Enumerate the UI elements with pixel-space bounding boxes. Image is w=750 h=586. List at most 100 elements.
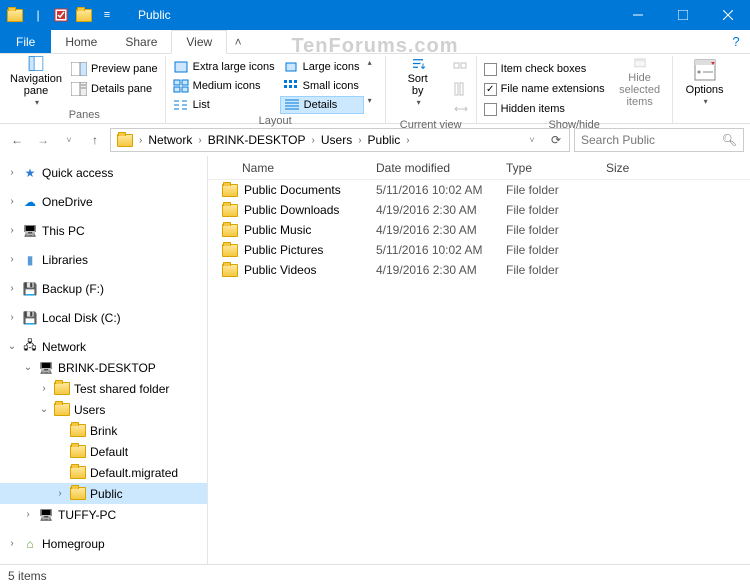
add-columns-button[interactable] bbox=[450, 80, 472, 98]
qat-separator: | bbox=[27, 4, 49, 26]
refresh-button[interactable]: ⟳ bbox=[545, 129, 567, 151]
ribbon-collapse-button[interactable]: ˄ bbox=[227, 30, 249, 53]
share-tab[interactable]: Share bbox=[111, 30, 171, 53]
tree-computer-tuffy[interactable]: ›🖥TUFFY-PC bbox=[0, 504, 207, 525]
file-name: Public Videos bbox=[244, 263, 317, 277]
ribbon-group-label: Panes bbox=[8, 108, 161, 123]
chevron-down-icon[interactable]: ▾ bbox=[368, 96, 372, 114]
tree-quick-access[interactable]: ›★Quick access bbox=[0, 162, 207, 183]
file-row[interactable]: Public Music4/19/2016 2:30 AMFile folder bbox=[208, 220, 750, 240]
folder-icon bbox=[222, 204, 238, 217]
expander-icon[interactable]: › bbox=[54, 488, 66, 499]
size-columns-button[interactable] bbox=[450, 100, 472, 118]
breadcrumb-users[interactable]: Users bbox=[317, 133, 356, 147]
search-input[interactable]: Search Public 🔍︎ bbox=[574, 128, 744, 152]
column-date[interactable]: Date modified bbox=[368, 161, 498, 175]
tree-brink-user[interactable]: Brink bbox=[0, 420, 207, 441]
file-date: 4/19/2016 2:30 AM bbox=[368, 223, 498, 237]
tree-onedrive[interactable]: ›☁OneDrive bbox=[0, 191, 207, 212]
expander-open-icon[interactable]: ⌄ bbox=[22, 362, 34, 373]
list-button[interactable]: List bbox=[170, 96, 278, 114]
file-row[interactable]: Public Documents5/11/2016 10:02 AMFile f… bbox=[208, 180, 750, 200]
file-row[interactable]: Public Videos4/19/2016 2:30 AMFile folde… bbox=[208, 260, 750, 280]
folder-icon bbox=[73, 4, 95, 26]
tree-public[interactable]: ›Public bbox=[0, 483, 207, 504]
navigation-pane-label: Navigation pane bbox=[10, 73, 62, 97]
details-button[interactable]: Details bbox=[280, 96, 364, 114]
chevron-right-icon[interactable]: › bbox=[139, 135, 142, 146]
chevron-right-icon[interactable]: › bbox=[406, 135, 409, 146]
chevron-right-icon[interactable]: › bbox=[358, 135, 361, 146]
expander-icon[interactable]: › bbox=[6, 312, 18, 323]
expander-open-icon[interactable]: ⌄ bbox=[38, 404, 50, 415]
checkbox-checked-icon: ✓ bbox=[484, 83, 497, 96]
tree-backup[interactable]: ›💾Backup (F:) bbox=[0, 278, 207, 299]
file-type: File folder bbox=[498, 263, 598, 277]
expander-icon[interactable]: › bbox=[22, 509, 34, 520]
preview-pane-button[interactable]: Preview pane bbox=[68, 60, 161, 78]
qat-dropdown[interactable]: ≡ bbox=[96, 4, 118, 26]
expander-icon[interactable]: › bbox=[6, 196, 18, 207]
tree-default-migrated[interactable]: Default.migrated bbox=[0, 462, 207, 483]
hide-selected-items-button[interactable]: Hide selected items bbox=[612, 56, 668, 108]
expander-open-icon[interactable]: ⌄ bbox=[6, 341, 18, 352]
tree-local-disk[interactable]: ›💾Local Disk (C:) bbox=[0, 307, 207, 328]
tree-test-shared[interactable]: ›Test shared folder bbox=[0, 378, 207, 399]
file-tab[interactable]: File bbox=[0, 30, 51, 53]
expander-icon[interactable]: › bbox=[6, 167, 18, 178]
sort-by-button[interactable]: Sort by ▾ bbox=[390, 56, 446, 108]
chevron-down-icon: ▾ bbox=[35, 99, 39, 108]
column-name[interactable]: Name bbox=[208, 161, 368, 175]
up-button[interactable]: ↑ bbox=[84, 129, 106, 151]
tree-default[interactable]: Default bbox=[0, 441, 207, 462]
navigation-tree[interactable]: ›★Quick access ›☁OneDrive ›🖥This PC ›▮Li… bbox=[0, 156, 208, 564]
view-tab[interactable]: View bbox=[171, 30, 227, 54]
column-type[interactable]: Type bbox=[498, 161, 598, 175]
back-button[interactable]: ← bbox=[6, 129, 28, 151]
column-size[interactable]: Size bbox=[598, 161, 678, 175]
address-bar[interactable]: › Network › BRINK-DESKTOP › Users › Publ… bbox=[110, 128, 570, 152]
file-row[interactable]: Public Downloads4/19/2016 2:30 AMFile fo… bbox=[208, 200, 750, 220]
file-row[interactable]: Public Pictures5/11/2016 10:02 AMFile fo… bbox=[208, 240, 750, 260]
details-pane-button[interactable]: Details pane bbox=[68, 80, 161, 98]
hidden-items-checkbox[interactable]: Hidden items bbox=[481, 100, 608, 118]
properties-icon[interactable] bbox=[50, 4, 72, 26]
address-dropdown-button[interactable]: ˅ bbox=[521, 129, 543, 151]
chevron-right-icon[interactable]: › bbox=[198, 135, 201, 146]
group-by-button[interactable] bbox=[450, 60, 472, 78]
tree-this-pc[interactable]: ›🖥This PC bbox=[0, 220, 207, 241]
expander-icon[interactable]: › bbox=[6, 283, 18, 294]
maximize-button[interactable] bbox=[660, 0, 705, 30]
breadcrumb-network[interactable]: Network bbox=[144, 133, 196, 147]
ribbon-group-layout: Extra large icons Large icons ▴ Medium i… bbox=[166, 56, 386, 123]
expander-icon[interactable]: › bbox=[6, 254, 18, 265]
chevron-up-icon[interactable]: ▴ bbox=[368, 58, 372, 76]
file-type: File folder bbox=[498, 203, 598, 217]
tree-computer-brink[interactable]: ⌄🖥BRINK-DESKTOP bbox=[0, 357, 207, 378]
expander-icon[interactable]: › bbox=[38, 383, 50, 394]
help-button[interactable]: ? bbox=[722, 30, 750, 53]
recent-locations-button[interactable]: ˅ bbox=[58, 129, 80, 151]
tree-users[interactable]: ⌄Users bbox=[0, 399, 207, 420]
forward-button[interactable]: → bbox=[32, 129, 54, 151]
breadcrumb-public[interactable]: Public bbox=[364, 133, 405, 147]
file-name-extensions-checkbox[interactable]: ✓File name extensions bbox=[481, 80, 608, 98]
tree-network[interactable]: ⌄🖧Network bbox=[0, 336, 207, 357]
tree-libraries[interactable]: ›▮Libraries bbox=[0, 249, 207, 270]
large-icons-button[interactable]: Large icons bbox=[280, 58, 364, 76]
small-icons-button[interactable]: Small icons bbox=[280, 77, 364, 95]
breadcrumb-computer[interactable]: BRINK-DESKTOP bbox=[204, 133, 310, 147]
extra-large-icons-button[interactable]: Extra large icons bbox=[170, 58, 278, 76]
medium-icons-button[interactable]: Medium icons bbox=[170, 77, 278, 95]
chevron-right-icon[interactable]: › bbox=[312, 135, 315, 146]
options-button[interactable]: Options ▾ bbox=[677, 56, 733, 108]
navigation-pane-button[interactable]: Navigation pane ▾ bbox=[8, 56, 64, 108]
expander-icon[interactable]: › bbox=[6, 225, 18, 236]
minimize-button[interactable] bbox=[615, 0, 660, 30]
close-button[interactable] bbox=[705, 0, 750, 30]
expander-icon[interactable]: › bbox=[6, 538, 18, 549]
tree-homegroup[interactable]: ›⌂Homegroup bbox=[0, 533, 207, 554]
home-tab[interactable]: Home bbox=[51, 30, 111, 53]
file-list[interactable]: Name Date modified Type Size Public Docu… bbox=[208, 156, 750, 564]
item-check-boxes-checkbox[interactable]: Item check boxes bbox=[481, 60, 608, 78]
